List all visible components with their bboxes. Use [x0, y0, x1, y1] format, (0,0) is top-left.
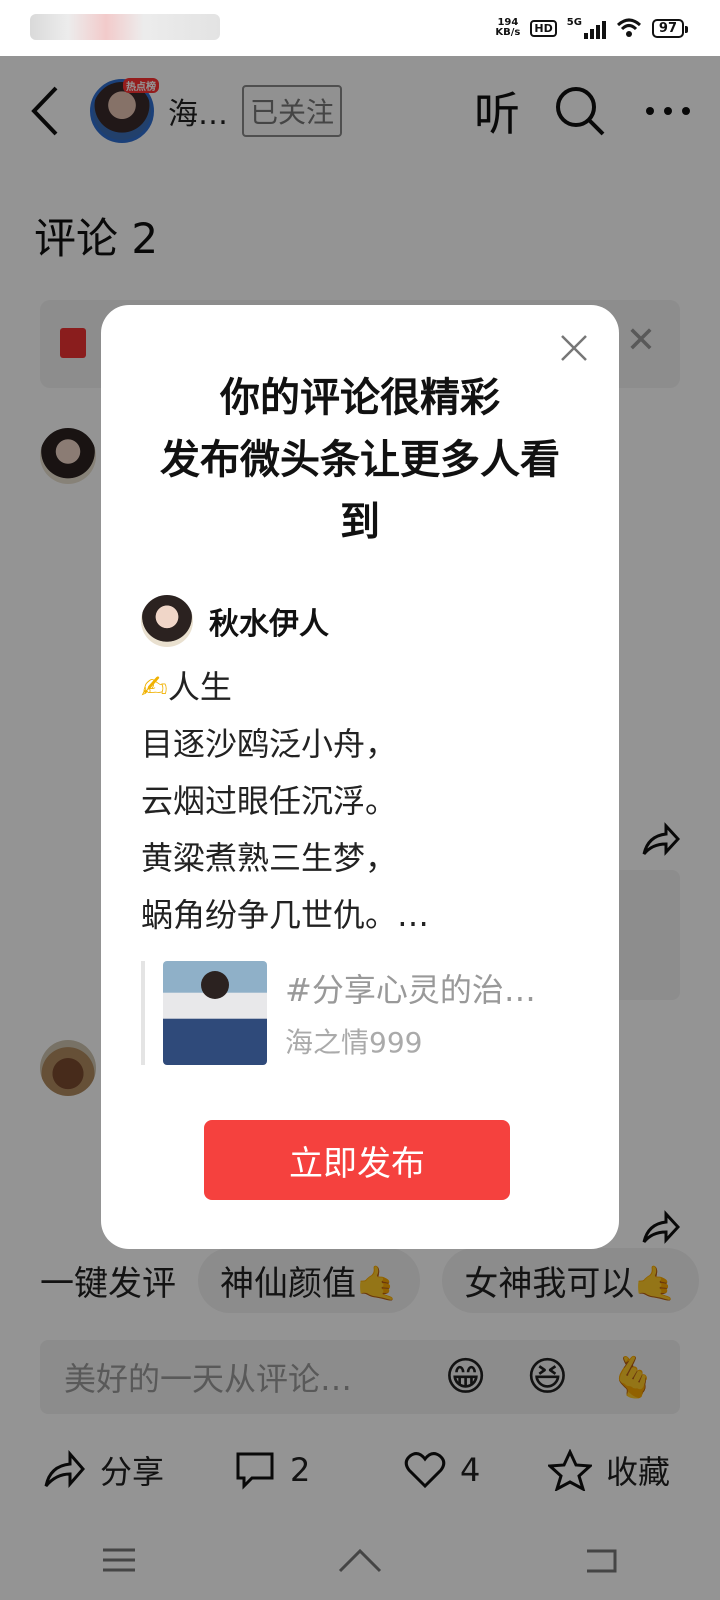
battery-icon: 97: [651, 18, 689, 38]
user-name: 秋水伊人: [209, 607, 329, 642]
poem-line: 目逐沙鸥泛小舟，: [141, 725, 398, 763]
network-speed: 194 KB/s: [495, 18, 520, 38]
network-speed-unit: KB/s: [495, 27, 521, 38]
quoted-article: #分享心灵的治… 海之情999: [141, 961, 561, 1065]
comment-text: ✍人生 目逐沙鸥泛小舟， 云烟过眼任沉浮。 黄粱煮熟三生梦， 蜗角纷争几世仇。…: [141, 659, 429, 944]
publish-button[interactable]: 立即发布: [204, 1120, 510, 1200]
status-notification-icons: [30, 14, 220, 40]
article-author: 海之情999: [285, 1026, 423, 1059]
publish-prompt-dialog: 你的评论很精彩 发布微头条让更多人看 到 秋水伊人 ✍人生 目逐沙鸥泛小舟， 云…: [101, 305, 619, 1249]
signal-icon: 5G: [567, 17, 606, 39]
dialog-title-line: 发布微头条让更多人看: [160, 437, 560, 483]
poem-line: 蜗角纷争几世仇。…: [141, 896, 430, 934]
poem-title: 人生: [167, 668, 232, 706]
hd-icon: HD: [530, 19, 557, 37]
poem-line: 黄粱煮熟三生梦，: [141, 839, 398, 877]
wifi-icon: [616, 18, 641, 37]
writing-hand-icon: ✍: [141, 668, 168, 706]
dialog-title-line: 到: [340, 499, 380, 545]
network-type: 5G: [566, 17, 582, 28]
close-icon[interactable]: [559, 333, 589, 363]
article-topic: #分享心灵的治…: [285, 971, 536, 1009]
poem-line: 云烟过眼任沉浮。: [141, 782, 398, 820]
user-avatar: [141, 595, 193, 647]
article-thumbnail: [163, 961, 267, 1065]
comment-author: 秋水伊人: [141, 595, 329, 647]
status-bar: 194 KB/s HD 5G 97: [0, 0, 720, 56]
dialog-title: 你的评论很精彩 发布微头条让更多人看 到: [131, 367, 589, 553]
dialog-title-line: 你的评论很精彩: [220, 375, 500, 421]
